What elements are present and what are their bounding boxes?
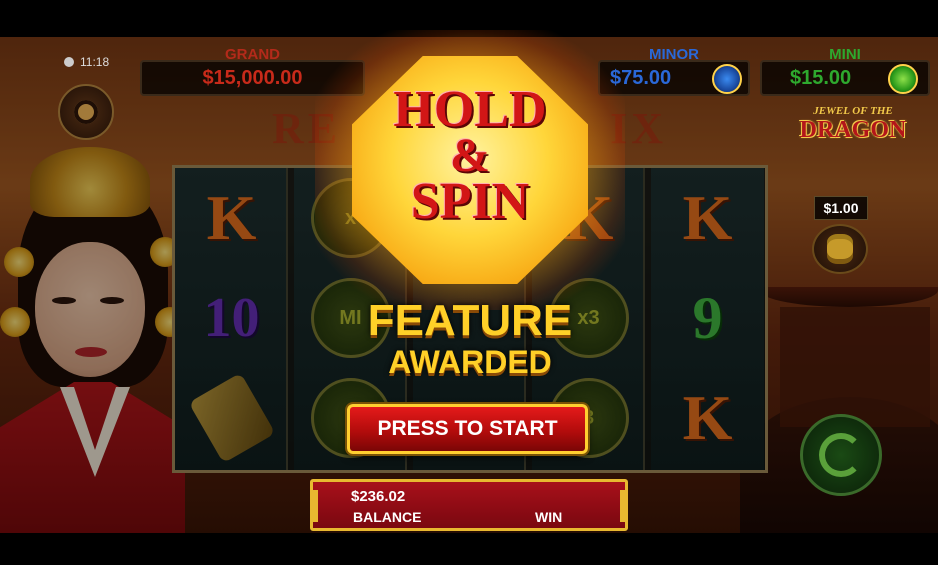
brand-logo-top: JEWEL OF THE [813,105,893,117]
bet-amount[interactable]: $1.00 [814,196,868,220]
clock: 11:18 [64,55,109,69]
feature-awarded-text: FEATURE AWARDED [340,296,600,381]
gear-icon [74,100,98,124]
balance-amount: $236.02 [351,488,406,505]
brand-logo-main: DRAGON [799,117,907,143]
bet-selector-button[interactable] [812,224,868,274]
feature-line2: AWARDED [388,344,552,380]
win-label: WIN [535,509,563,525]
press-to-start-button[interactable]: PRESS TO START [347,404,588,454]
minor-coin-icon [712,64,742,94]
clock-icon [64,57,74,67]
balance-bar-corner-left [310,490,318,522]
jackpot-mini: MINI $15.00 [760,46,930,96]
balance-bar-corner-right [620,490,628,522]
feature-line1: FEATURE [367,296,573,345]
balance-label: BALANCE [353,509,422,525]
spin-arrow-icon [819,433,863,477]
balance-bar: $236.02 BALANCE WIN [310,479,628,531]
badge-line-amp: & [450,128,490,182]
jewel-of-the-dragon-logo: JEWEL OF THE DRAGON [778,105,928,167]
badge-line-hold: HOLD [393,81,547,138]
spin-button[interactable] [800,414,882,496]
menu-button[interactable] [58,84,114,140]
badge-line-spin: SPIN [410,172,530,230]
letterbox-bottom [0,533,938,565]
mini-coin-icon [888,64,918,94]
coin-stack-icon [827,239,853,259]
clock-time: 11:18 [80,55,110,69]
hold-and-spin-text: HOLD & SPIN [352,81,588,230]
